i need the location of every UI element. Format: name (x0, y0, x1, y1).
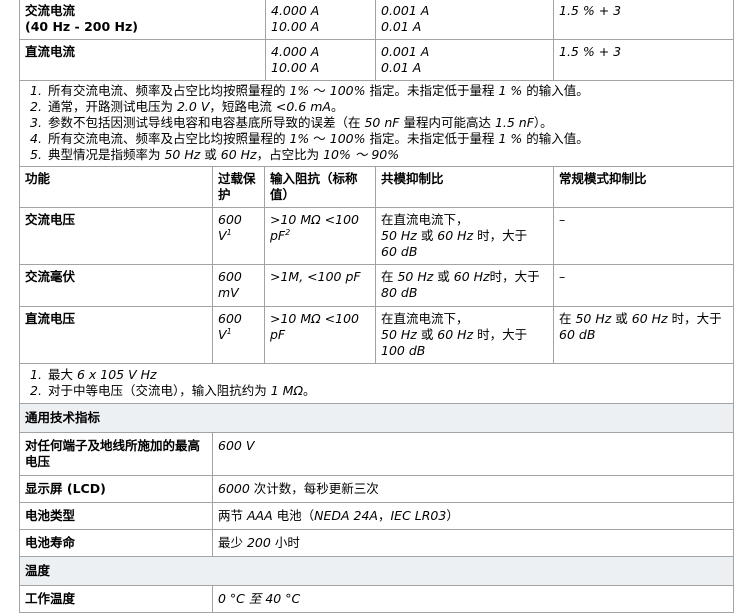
table-row: 电池类型 两节 AAA 电池（NEDA 24A，IEC LR03） (19, 502, 735, 530)
function-cell: 交流毫伏 (19, 264, 213, 307)
column-header: 功能 (19, 166, 213, 208)
section-title: 温度 (18, 556, 735, 586)
current-table: 交流电流 (40 Hz - 200 Hz) 4.000 A 10.00 A 0.00… (19, 0, 734, 167)
table-row: 交流毫伏 600 mV >1M, <100 pF 在 50 Hz 或 60 Hz时… (19, 264, 734, 307)
impedance-cell: >10 MΩ <100 pF2 (264, 207, 376, 265)
spec-value: 0 °C 至 40 °C (211, 585, 735, 613)
table-row: 直流电流 4.000 A 10.00 A 0.001 A 0.01 A 1.5 % … (19, 39, 734, 81)
notes-list: 1. 最大 6 x 105 V Hz 2. 对于中等电压（交流电），输入阻抗约为 1… (30, 367, 728, 399)
impedance-cell: >1M, <100 pF (264, 264, 376, 307)
overload-cell: 600 V1 (212, 207, 265, 265)
notes-list: 1. 所有交流电流、频率及占空比均按照量程的 1% ～ 100% 指定。未指定低于… (30, 83, 728, 163)
notes-cell: 1. 最大 6 x 105 V Hz 2. 对于中等电压（交流电），输入阻抗约为 1… (19, 363, 734, 404)
section-header-row: 温度 (18, 556, 735, 586)
table-row: 直流电压 600 V1 >10 MΩ <100 pF 在直流电流下， 50 Hz 或 … (19, 306, 734, 364)
section-title: 通用技术指标 (18, 403, 735, 433)
function-cell: 交流电压 (19, 207, 213, 265)
list-item: 4. 所有交流电流、频率及占空比均按照量程的 1% ～ 100% 指定。未指定低于… (30, 131, 589, 146)
function-cell: 直流电流 (19, 39, 266, 81)
spec-value: 600 V (211, 432, 735, 476)
column-header: 过载保护 (212, 166, 265, 208)
range-cell: 4.000 A 10.00 A (265, 0, 376, 40)
table-row: 交流电流 (40 Hz - 200 Hz) 4.000 A 10.00 A 0.00… (19, 0, 734, 40)
function-cell: 直流电压 (19, 306, 213, 364)
table-row: 电池寿命 最少 200 小时 (19, 529, 735, 557)
table-row: 对任何端子及地线所施加的最高电压 600 V (19, 432, 735, 476)
general-table: 通用技术指标 对任何端子及地线所施加的最高电压 600 V 显示屏 (LCD) … (18, 403, 735, 613)
table-row: 显示屏 (LCD) 6000 次计数，每秒更新三次 (19, 475, 735, 503)
table-row: 工作温度 0 °C 至 40 °C (19, 585, 735, 613)
overload-cell: 600 mV (212, 264, 265, 307)
resolution-cell: 0.001 A 0.01 A (375, 0, 554, 40)
function-cell: 交流电流 (40 Hz - 200 Hz) (19, 0, 266, 40)
voltage-table: 功能 过载保护 输入阻抗（标称值） 共模抑制比 常规模式抑制比 交流电压 600… (19, 166, 734, 404)
list-item: 2. 通常，开路测试电压为 2.0 V，短路电流 <0.6 mA。 (30, 99, 344, 114)
overload-cell: 600 V1 (212, 306, 265, 364)
resolution-cell: 0.001 A 0.01 A (375, 39, 554, 81)
spec-value: 两节 AAA 电池（NEDA 24A，IEC LR03） (211, 502, 735, 530)
column-header: 共模抑制比 (375, 166, 554, 208)
column-header: 常规模式抑制比 (553, 166, 734, 208)
notes-row: 1. 最大 6 x 105 V Hz 2. 对于中等电压（交流电），输入阻抗约为 1… (19, 363, 734, 404)
list-item: 3. 参数不包括因测试导线电容和电容基底所导致的误差（在 50 nF 量程内可能高… (30, 115, 553, 130)
list-item: 1. 最大 6 x 105 V Hz (30, 367, 157, 382)
accuracy-cell: 1.5 % + 3 (553, 39, 734, 81)
spec-value: 6000 次计数，每秒更新三次 (211, 475, 735, 503)
spec-label: 电池寿命 (19, 529, 213, 557)
accuracy-cell: 1.5 % + 3 (553, 0, 734, 40)
range-cell: 4.000 A 10.00 A (265, 39, 376, 81)
notes-cell: 1. 所有交流电流、频率及占空比均按照量程的 1% ～ 100% 指定。未指定低于… (19, 80, 734, 167)
column-header: 输入阻抗（标称值） (264, 166, 376, 208)
list-item: 5. 典型情况是指频率为 50 Hz 或 60 Hz，占空比为 10% ～ 90% (30, 147, 400, 162)
list-item: 1. 所有交流电流、频率及占空比均按照量程的 1% ～ 100% 指定。未指定低于… (30, 83, 589, 98)
common-mode-cell: 在直流电流下， 50 Hz 或 60 Hz 时，大于 100 dB (375, 306, 554, 364)
common-mode-cell: 在 50 Hz 或 60 Hz时，大于 80 dB (375, 264, 554, 307)
table-header-row: 功能 过载保护 输入阻抗（标称值） 共模抑制比 常规模式抑制比 (19, 166, 734, 208)
impedance-cell: >10 MΩ <100 pF (264, 306, 376, 364)
table-row: 交流电压 600 V1 >10 MΩ <100 pF2 在直流电流下， 50 Hz 或… (19, 207, 734, 265)
spec-value: 最少 200 小时 (211, 529, 735, 557)
spec-label: 电池类型 (19, 502, 213, 530)
spec-sheet: 交流电流 (40 Hz - 200 Hz) 4.000 A 10.00 A 0.00… (18, 0, 735, 613)
notes-row: 1. 所有交流电流、频率及占空比均按照量程的 1% ～ 100% 指定。未指定低于… (19, 80, 734, 167)
section-header-row: 通用技术指标 (18, 403, 735, 433)
spec-label: 工作温度 (19, 585, 213, 613)
normal-mode-cell: – (553, 207, 734, 265)
list-item: 2. 对于中等电压（交流电），输入阻抗约为 1 MΩ。 (30, 383, 316, 398)
normal-mode-cell: 在 50 Hz 或 60 Hz 时，大于 60 dB (553, 306, 734, 364)
common-mode-cell: 在直流电流下， 50 Hz 或 60 Hz 时，大于 60 dB (375, 207, 554, 265)
spec-label: 对任何端子及地线所施加的最高电压 (19, 432, 213, 476)
normal-mode-cell: – (553, 264, 734, 307)
spec-label: 显示屏 (LCD) (19, 475, 213, 503)
